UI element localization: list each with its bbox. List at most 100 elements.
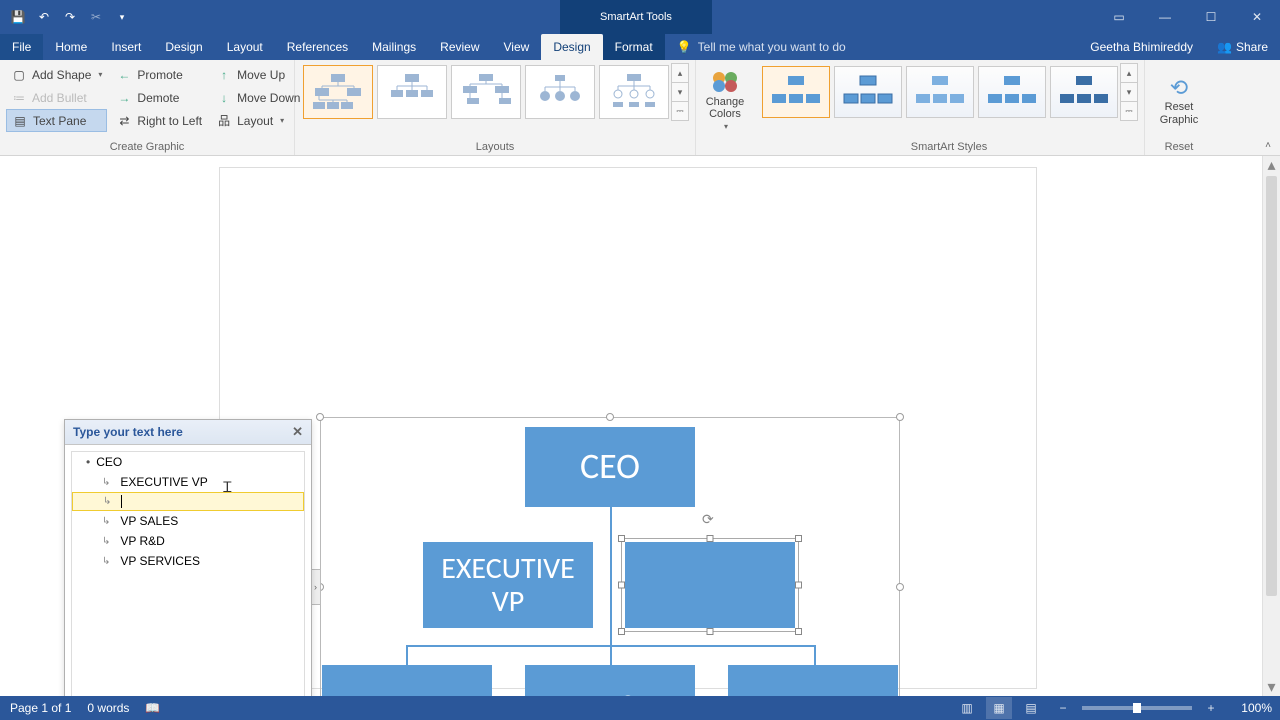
add-shape-button[interactable]: ▢Add Shape▾ (6, 63, 107, 86)
status-spellcheck-icon[interactable]: 📖 (145, 701, 160, 715)
right-to-left-button[interactable]: ⇄Right to Left (111, 109, 207, 132)
gallery-down-icon[interactable]: ▾ (1121, 82, 1137, 101)
tab-smartart-format[interactable]: Format (603, 34, 665, 60)
text-pane-body[interactable]: CEO EXECUTIVE VP VP SALES VP R&D VP SERV… (71, 451, 305, 696)
text-pane-item[interactable]: VP SALES (72, 511, 304, 531)
layout-option-5[interactable] (599, 65, 669, 119)
style-option-5[interactable] (1050, 66, 1118, 118)
status-words[interactable]: 0 words (87, 701, 129, 715)
minimize-icon[interactable]: — (1142, 0, 1188, 34)
reset-graphic-button[interactable]: ⟲ Reset Graphic (1151, 75, 1207, 125)
move-up-button[interactable]: ↑Move Up (211, 63, 305, 86)
smartart-box-vp-rd[interactable]: VP R&D (525, 665, 695, 696)
text-pane-item-active[interactable] (72, 492, 304, 511)
tab-layout[interactable]: Layout (215, 34, 275, 60)
text-pane-item[interactable]: VP R&D (72, 531, 304, 551)
layout-option-1[interactable] (303, 65, 373, 119)
shape-handle[interactable] (707, 535, 714, 542)
frame-handle[interactable] (896, 583, 904, 591)
tab-smartart-design[interactable]: Design (541, 34, 602, 60)
gallery-expand-icon[interactable]: ⎓ (672, 101, 688, 120)
tab-references[interactable]: References (275, 34, 360, 60)
tab-mailings[interactable]: Mailings (360, 34, 428, 60)
promote-button[interactable]: ←Promote (111, 63, 207, 86)
smartart-frame[interactable]: › CEO EXECUTIVE VP VP SALES VP R&D VP SE… (320, 417, 900, 696)
smartart-box-vp-services[interactable]: VP SERVICES (728, 665, 898, 696)
gallery-down-icon[interactable]: ▾ (672, 82, 688, 101)
tab-review[interactable]: Review (428, 34, 491, 60)
close-icon[interactable]: ✕ (1234, 0, 1280, 34)
frame-handle[interactable] (606, 413, 614, 421)
user-name[interactable]: Geetha Bhimireddy (1078, 34, 1205, 60)
smartart-box-exec-vp[interactable]: EXECUTIVE VP (423, 542, 593, 628)
text-pane-label: Text Pane (33, 114, 86, 128)
rotate-handle-icon[interactable]: ⟳ (702, 511, 718, 527)
save-icon[interactable]: 💾 (6, 5, 30, 29)
text-pane-toggle[interactable]: › (311, 569, 321, 605)
redo-icon[interactable]: ↷ (58, 5, 82, 29)
collapse-ribbon-icon[interactable]: ˄ (1260, 137, 1276, 153)
move-down-button[interactable]: ↓Move Down (211, 86, 305, 109)
cut-icon[interactable]: ✂ (84, 5, 108, 29)
share-button[interactable]: 👥 Share (1205, 34, 1280, 60)
frame-handle[interactable] (896, 413, 904, 421)
scroll-down-icon[interactable]: ▾ (1263, 678, 1280, 696)
text-pane-item[interactable]: VP SERVICES (72, 551, 304, 571)
qat-customize-icon[interactable]: ▾ (110, 5, 134, 29)
layout-option-3[interactable] (451, 65, 521, 119)
scroll-up-icon[interactable]: ▴ (1263, 156, 1280, 174)
layout-option-4[interactable] (525, 65, 595, 119)
zoom-in-icon[interactable]: + (1198, 697, 1224, 719)
zoom-slider[interactable] (1082, 706, 1192, 710)
shape-handle[interactable] (618, 582, 625, 589)
shape-handle[interactable] (795, 535, 802, 542)
tab-file[interactable]: File (0, 34, 43, 60)
gallery-expand-icon[interactable]: ⎓ (1121, 101, 1137, 120)
tab-design[interactable]: Design (153, 34, 214, 60)
zoom-level[interactable]: 100% (1230, 701, 1272, 715)
status-page[interactable]: Page 1 of 1 (10, 701, 71, 715)
zoom-thumb[interactable] (1133, 703, 1141, 713)
shape-handle[interactable] (795, 582, 802, 589)
layouts-gallery: ▴▾⎓ (301, 63, 689, 121)
smartart-box-vp-sales[interactable]: VP SALES (322, 665, 492, 696)
maximize-icon[interactable]: ☐ (1188, 0, 1234, 34)
scrollbar-thumb[interactable] (1266, 176, 1277, 596)
undo-icon[interactable]: ↶ (32, 5, 56, 29)
demote-button[interactable]: →Demote (111, 86, 207, 109)
vertical-scrollbar[interactable]: ▴ ▾ (1262, 156, 1280, 696)
smartart-box-ceo[interactable]: CEO (525, 427, 695, 507)
tell-me-input[interactable] (698, 40, 918, 54)
shape-handle[interactable] (707, 628, 714, 635)
ribbon-display-options-icon[interactable]: ▭ (1096, 0, 1142, 34)
text-pane-button[interactable]: ▤Text Pane (6, 109, 107, 132)
gallery-up-icon[interactable]: ▴ (672, 64, 688, 82)
frame-handle[interactable] (316, 413, 324, 421)
layout-option-2[interactable] (377, 65, 447, 119)
text-pane-close-icon[interactable]: ✕ (292, 424, 303, 440)
view-print-layout-icon[interactable]: ▦ (986, 697, 1012, 719)
change-colors-button[interactable]: Change Colors ▾ (702, 66, 748, 135)
text-pane-title-bar[interactable]: Type your text here ✕ (65, 420, 311, 445)
style-option-4[interactable] (978, 66, 1046, 118)
tab-view[interactable]: View (492, 34, 542, 60)
tell-me-search[interactable]: 💡 (665, 34, 1079, 60)
style-option-2[interactable] (834, 66, 902, 118)
shape-handle[interactable] (618, 628, 625, 635)
view-read-mode-icon[interactable]: ▥ (954, 697, 980, 719)
shape-handle[interactable] (618, 535, 625, 542)
tab-home[interactable]: Home (43, 34, 99, 60)
shape-handle[interactable] (795, 628, 802, 635)
layouts-gallery-more[interactable]: ▴▾⎓ (671, 63, 689, 121)
style-option-3[interactable] (906, 66, 974, 118)
zoom-out-icon[interactable]: − (1050, 697, 1076, 719)
layout-button[interactable]: 品Layout▾ (211, 109, 305, 132)
text-pane-item[interactable]: EXECUTIVE VP (72, 472, 304, 492)
reset-graphic-label: Reset Graphic (1151, 101, 1207, 125)
tab-insert[interactable]: Insert (99, 34, 153, 60)
styles-gallery-more[interactable]: ▴▾⎓ (1120, 63, 1138, 121)
gallery-up-icon[interactable]: ▴ (1121, 64, 1137, 82)
style-option-1[interactable] (762, 66, 830, 118)
text-pane-item[interactable]: CEO (72, 452, 304, 472)
view-web-layout-icon[interactable]: ▤ (1018, 697, 1044, 719)
